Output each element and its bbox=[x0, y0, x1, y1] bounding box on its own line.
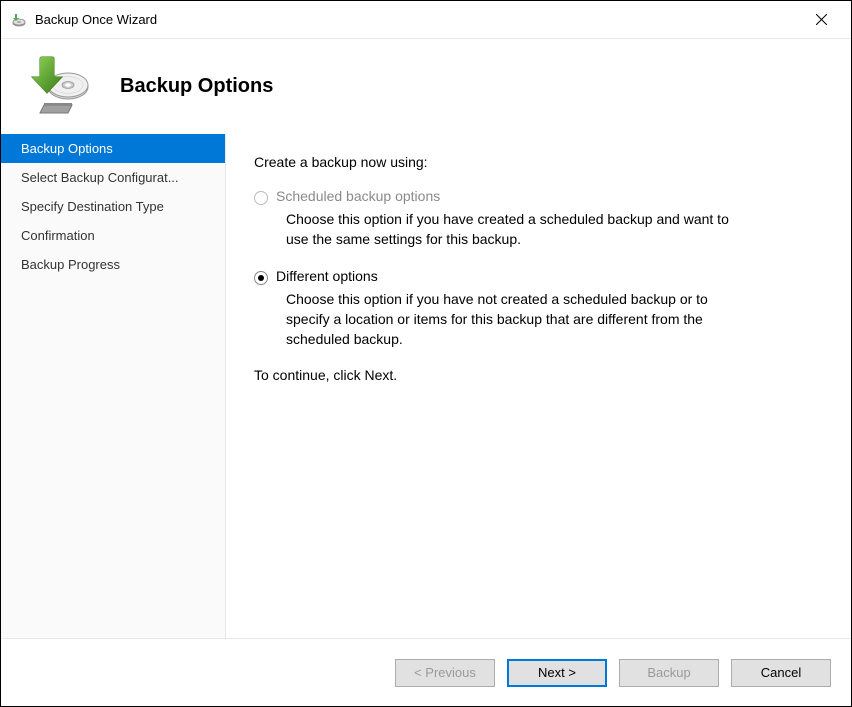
next-button[interactable]: Next > bbox=[507, 659, 607, 687]
page-title: Backup Options bbox=[120, 75, 273, 98]
radio-desc-different: Choose this option if you have not creat… bbox=[286, 289, 736, 350]
sidebar-item-backup-progress[interactable]: Backup Progress bbox=[1, 250, 225, 279]
close-button[interactable] bbox=[801, 5, 841, 35]
wizard-content: Create a backup now using: Scheduled bac… bbox=[226, 134, 851, 638]
titlebar: Backup Once Wizard bbox=[1, 1, 851, 39]
wizard-body: Backup Options Select Backup Configurat.… bbox=[1, 134, 851, 638]
window-title: Backup Once Wizard bbox=[35, 12, 801, 27]
radio-scheduled-backup: Scheduled backup options bbox=[254, 188, 821, 205]
radio-icon bbox=[254, 191, 268, 205]
continue-text: To continue, click Next. bbox=[254, 367, 821, 383]
radio-different-options[interactable]: Different options bbox=[254, 268, 821, 285]
radio-icon bbox=[254, 271, 268, 285]
previous-button: < Previous bbox=[395, 659, 495, 687]
backup-disc-icon bbox=[26, 55, 90, 119]
sidebar-item-specify-destination-type[interactable]: Specify Destination Type bbox=[1, 192, 225, 221]
radio-label-different: Different options bbox=[276, 268, 378, 284]
close-icon bbox=[816, 14, 827, 25]
radio-desc-scheduled: Choose this option if you have created a… bbox=[286, 209, 736, 250]
wizard-steps-sidebar: Backup Options Select Backup Configurat.… bbox=[1, 134, 226, 638]
backup-button: Backup bbox=[619, 659, 719, 687]
radio-label-scheduled: Scheduled backup options bbox=[276, 188, 440, 204]
sidebar-item-confirmation[interactable]: Confirmation bbox=[1, 221, 225, 250]
wizard-header: Backup Options bbox=[1, 39, 851, 134]
cancel-button[interactable]: Cancel bbox=[731, 659, 831, 687]
wizard-window: Backup Once Wizard bbox=[0, 0, 852, 707]
app-icon bbox=[11, 12, 27, 28]
sidebar-item-select-backup-config[interactable]: Select Backup Configurat... bbox=[1, 163, 225, 192]
content-prompt: Create a backup now using: bbox=[254, 154, 821, 170]
wizard-footer: < Previous Next > Backup Cancel bbox=[1, 638, 851, 706]
sidebar-item-backup-options[interactable]: Backup Options bbox=[1, 134, 225, 163]
